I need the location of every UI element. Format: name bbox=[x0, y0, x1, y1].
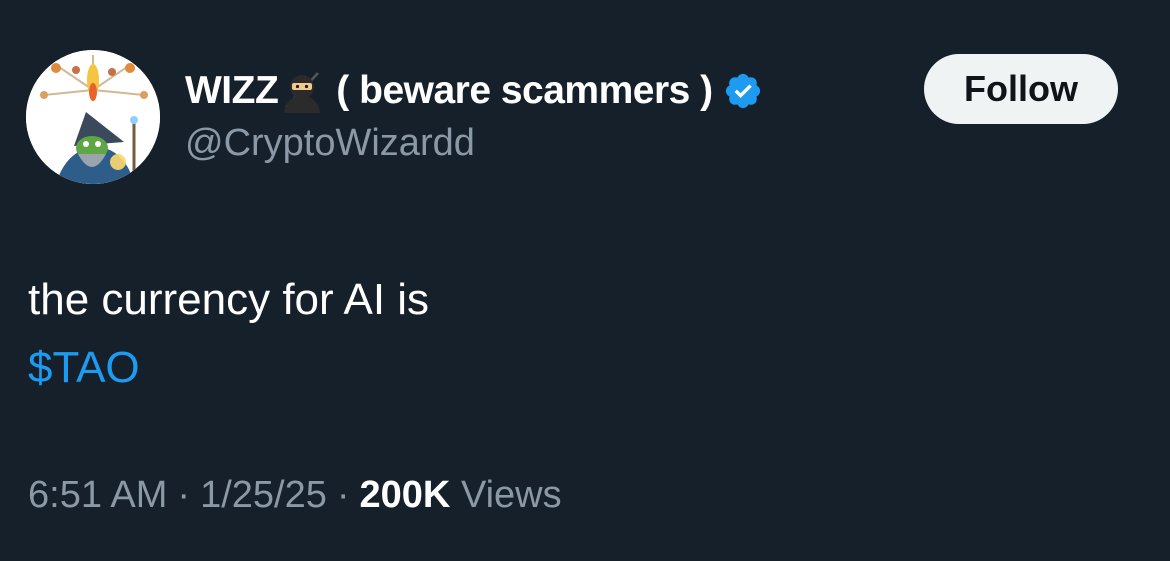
avatar[interactable] bbox=[26, 50, 160, 184]
tweet-card: WIZZ ( beware scammers ) @CryptoWizardd … bbox=[0, 0, 1170, 561]
tweet-time[interactable]: 6:51 AM bbox=[28, 474, 167, 516]
views-count[interactable]: 200K bbox=[360, 474, 451, 516]
tweet-text-line: the currency for AI is bbox=[28, 275, 430, 324]
display-name-suffix: ( beware scammers ) bbox=[336, 69, 713, 112]
verified-badge-icon[interactable] bbox=[723, 71, 763, 111]
follow-button[interactable]: Follow bbox=[924, 54, 1118, 124]
name-row: WIZZ ( beware scammers ) bbox=[185, 66, 763, 116]
tweet-text: the currency for AI is $TAO bbox=[28, 266, 429, 402]
tweet-date[interactable]: 1/25/25 bbox=[200, 474, 327, 516]
user-handle[interactable]: @CryptoWizardd bbox=[185, 122, 475, 165]
separator-dot: · bbox=[177, 474, 191, 516]
wizard-avatar-image bbox=[26, 50, 160, 184]
views-label: Views bbox=[460, 474, 562, 516]
cashtag-link[interactable]: $TAO bbox=[28, 334, 429, 402]
separator-dot: · bbox=[336, 474, 350, 516]
ninja-emoji-icon bbox=[280, 69, 324, 113]
tweet-metadata: 6:51 AM · 1/25/25 · 200K Views bbox=[28, 474, 562, 517]
display-name[interactable]: WIZZ bbox=[185, 69, 279, 113]
